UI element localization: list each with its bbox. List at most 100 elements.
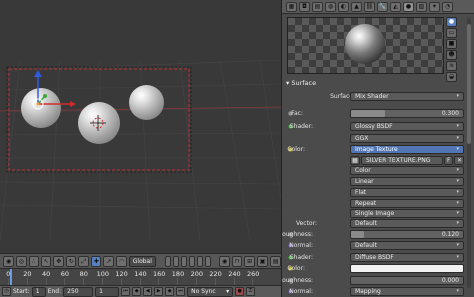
view-icon[interactable]: ◷ <box>2 287 11 296</box>
timeline[interactable]: 0 20 40 60 80 100 120 140 160 180 200 220 240 260 <box>0 268 281 286</box>
interpolation-select[interactable]: Linear ▾ <box>350 177 464 186</box>
vector-select[interactable]: Default ▾ <box>350 219 464 228</box>
projection-select[interactable]: Flat ▾ <box>350 188 464 197</box>
rotate-icon[interactable]: ↻ <box>65 255 77 267</box>
render-tab-icon[interactable]: ◘ <box>299 1 310 12</box>
roughness2-slider[interactable]: 0.000 <box>350 276 464 285</box>
viewport-header: ◉ ◎ ∴ ↖ ✥ ↻ ⤢ ✚ ↗ ◠ Global ◉ ⊓ ⊞ ▣ ▤ <box>0 253 282 268</box>
current-frame-value: 1 <box>99 287 103 295</box>
start-frame-value: 1 <box>35 287 40 295</box>
timeline-tick-label: 20 <box>23 270 32 278</box>
current-frame-field[interactable]: 1 <box>95 286 120 297</box>
shader2-select[interactable]: Diffuse BSDF ▾ <box>350 253 464 262</box>
timeline-tick-label: 60 <box>60 270 70 278</box>
preview-plane-icon[interactable]: ▭ <box>446 28 457 38</box>
snap-icon[interactable]: ∴ <box>28 255 39 267</box>
prev-key-icon[interactable]: ◆ <box>132 287 142 296</box>
preview-hair-icon[interactable]: ≋ <box>446 61 457 71</box>
timeline-tick-label: 160 <box>153 270 166 278</box>
scale-icon[interactable]: ⤢ <box>78 255 89 267</box>
shader1-select[interactable]: Glossy BSDF ▾ <box>350 122 464 131</box>
frame-cursor[interactable] <box>10 269 12 286</box>
start-label: Start: <box>13 288 30 295</box>
scrollbar-thumb[interactable] <box>467 24 471 144</box>
normal1-select[interactable]: Default ▾ <box>350 241 464 250</box>
particles-tab-icon[interactable]: ✦ <box>429 1 440 12</box>
image-unlink-icon[interactable]: ✕ <box>454 156 464 165</box>
image-browse-icon[interactable]: ▦ <box>350 156 360 165</box>
interpolation-value: Linear <box>355 178 374 185</box>
translate-icon[interactable]: ↗ <box>103 255 114 267</box>
physics-tab-icon[interactable]: ◔ <box>442 1 453 12</box>
play-icon[interactable]: ▶ <box>154 287 164 296</box>
end-frame-field[interactable]: 250 <box>63 286 94 297</box>
next-key-icon[interactable]: ◆ <box>165 287 175 296</box>
properties-scrollbar[interactable] <box>467 18 471 288</box>
extension-select[interactable]: Repeat ▾ <box>350 199 464 208</box>
material-tab-icon[interactable]: ● <box>403 1 414 12</box>
timeline-tick-label: 200 <box>190 270 204 278</box>
keying-set-icon[interactable]: ⚿ <box>246 287 256 296</box>
preview-type-buttons: ● ▭ ■ ☻ ≋ ◒ <box>446 17 458 82</box>
color-mode-select[interactable]: Color ▾ <box>350 166 464 175</box>
object-tab-icon[interactable]: ▲ <box>351 1 362 12</box>
layer-6-icon[interactable] <box>205 255 212 267</box>
image-name-field[interactable]: SILVER TEXTURE.PNG <box>361 156 443 165</box>
image-fake-user-button[interactable]: F <box>444 156 453 165</box>
snap-toggle-icon[interactable]: ⊓ <box>231 255 243 267</box>
render-layers-tab-icon[interactable]: ▤ <box>312 1 323 12</box>
fac-slider[interactable]: 0.300 <box>350 109 464 118</box>
record-icon[interactable]: ● <box>235 287 245 296</box>
color1-select[interactable]: Image Texture ▾ <box>350 145 464 154</box>
scene-tab-icon[interactable]: ◍ <box>325 1 336 12</box>
surface-select[interactable]: Mix Shader ▾ <box>350 92 464 101</box>
color1-label: Color: <box>287 146 305 153</box>
source-select[interactable]: Single Image ▾ <box>350 209 464 218</box>
jump-end-icon[interactable]: ⏭ <box>176 287 186 296</box>
jump-start-icon[interactable]: ⏮ <box>121 287 131 296</box>
texture-tab-icon[interactable]: ▨ <box>416 1 427 12</box>
properties-panel: ▦ ◘ ▤ ◍ ◐ ▲ ⛓ 🔧 ◭ ● ▨ ✦ ◔ ● ▭ ■ ☻ ≋ ◒ ▾ … <box>281 0 474 297</box>
orientation-select[interactable]: Global <box>128 255 156 267</box>
preview-cube-icon[interactable]: ■ <box>446 39 457 49</box>
layer-4-icon[interactable] <box>189 255 196 267</box>
pivot-icon[interactable]: ◎ <box>15 255 27 267</box>
modifiers-tab-icon[interactable]: 🔧 <box>377 1 388 12</box>
color-mode-value: Color <box>355 167 371 174</box>
data-tab-icon[interactable]: ◭ <box>390 1 401 12</box>
normal2-select[interactable]: Mapping ▾ <box>350 287 464 296</box>
sync-select[interactable]: No Sync ▾ <box>187 286 234 297</box>
layer-2-icon[interactable] <box>173 255 180 267</box>
end-frame-value: 250 <box>67 287 79 295</box>
rotate-mode-icon[interactable]: ◠ <box>115 255 127 267</box>
manipulator-toggle-icon[interactable]: ✚ <box>90 255 102 267</box>
proportional-edit-icon[interactable]: ◉ <box>219 255 230 267</box>
layer-1-icon[interactable] <box>165 255 172 267</box>
play-reverse-icon[interactable]: ◀ <box>143 287 153 296</box>
preview-sky-icon[interactable]: ◒ <box>446 72 457 82</box>
layer-5-icon[interactable] <box>197 255 204 267</box>
preview-monkey-icon[interactable]: ☻ <box>446 50 457 60</box>
snap-element-icon[interactable]: ⊞ <box>244 255 255 267</box>
color1-value: Image Texture <box>355 146 398 153</box>
timeline-footer: ◷ Start: 1 End: 250 1 ⏮ ◆ ◀ ▶ ◆ ⏭ No Syn… <box>0 285 281 297</box>
editor-type-button[interactable]: ◉ <box>3 255 14 267</box>
end-label: End: <box>47 288 62 295</box>
color2-swatch[interactable] <box>350 264 464 273</box>
layer-3-icon[interactable] <box>181 255 188 267</box>
cursor-icon[interactable]: ↖ <box>40 255 52 267</box>
preview-sphere-icon[interactable]: ● <box>446 17 457 27</box>
move-icon[interactable]: ✥ <box>53 255 64 267</box>
start-frame-field[interactable]: 1 <box>31 286 46 297</box>
3d-viewport[interactable] <box>0 0 281 253</box>
roughness1-slider[interactable]: 0.120 <box>350 230 464 239</box>
image-name-value: SILVER TEXTURE.PNG <box>366 157 431 164</box>
surface-panel-header[interactable]: ▾ Surface <box>286 79 316 87</box>
world-tab-icon[interactable]: ◐ <box>338 1 349 12</box>
opengl-render-icon[interactable]: ▤ <box>269 255 282 267</box>
constraints-tab-icon[interactable]: ⛓ <box>364 1 375 12</box>
distribution-select[interactable]: GGX ▾ <box>350 134 464 143</box>
timeline-tick-label: 120 <box>115 270 128 278</box>
render-preview-icon[interactable]: ▣ <box>256 255 268 267</box>
editor-type-icon[interactable]: ▦ <box>286 1 297 12</box>
